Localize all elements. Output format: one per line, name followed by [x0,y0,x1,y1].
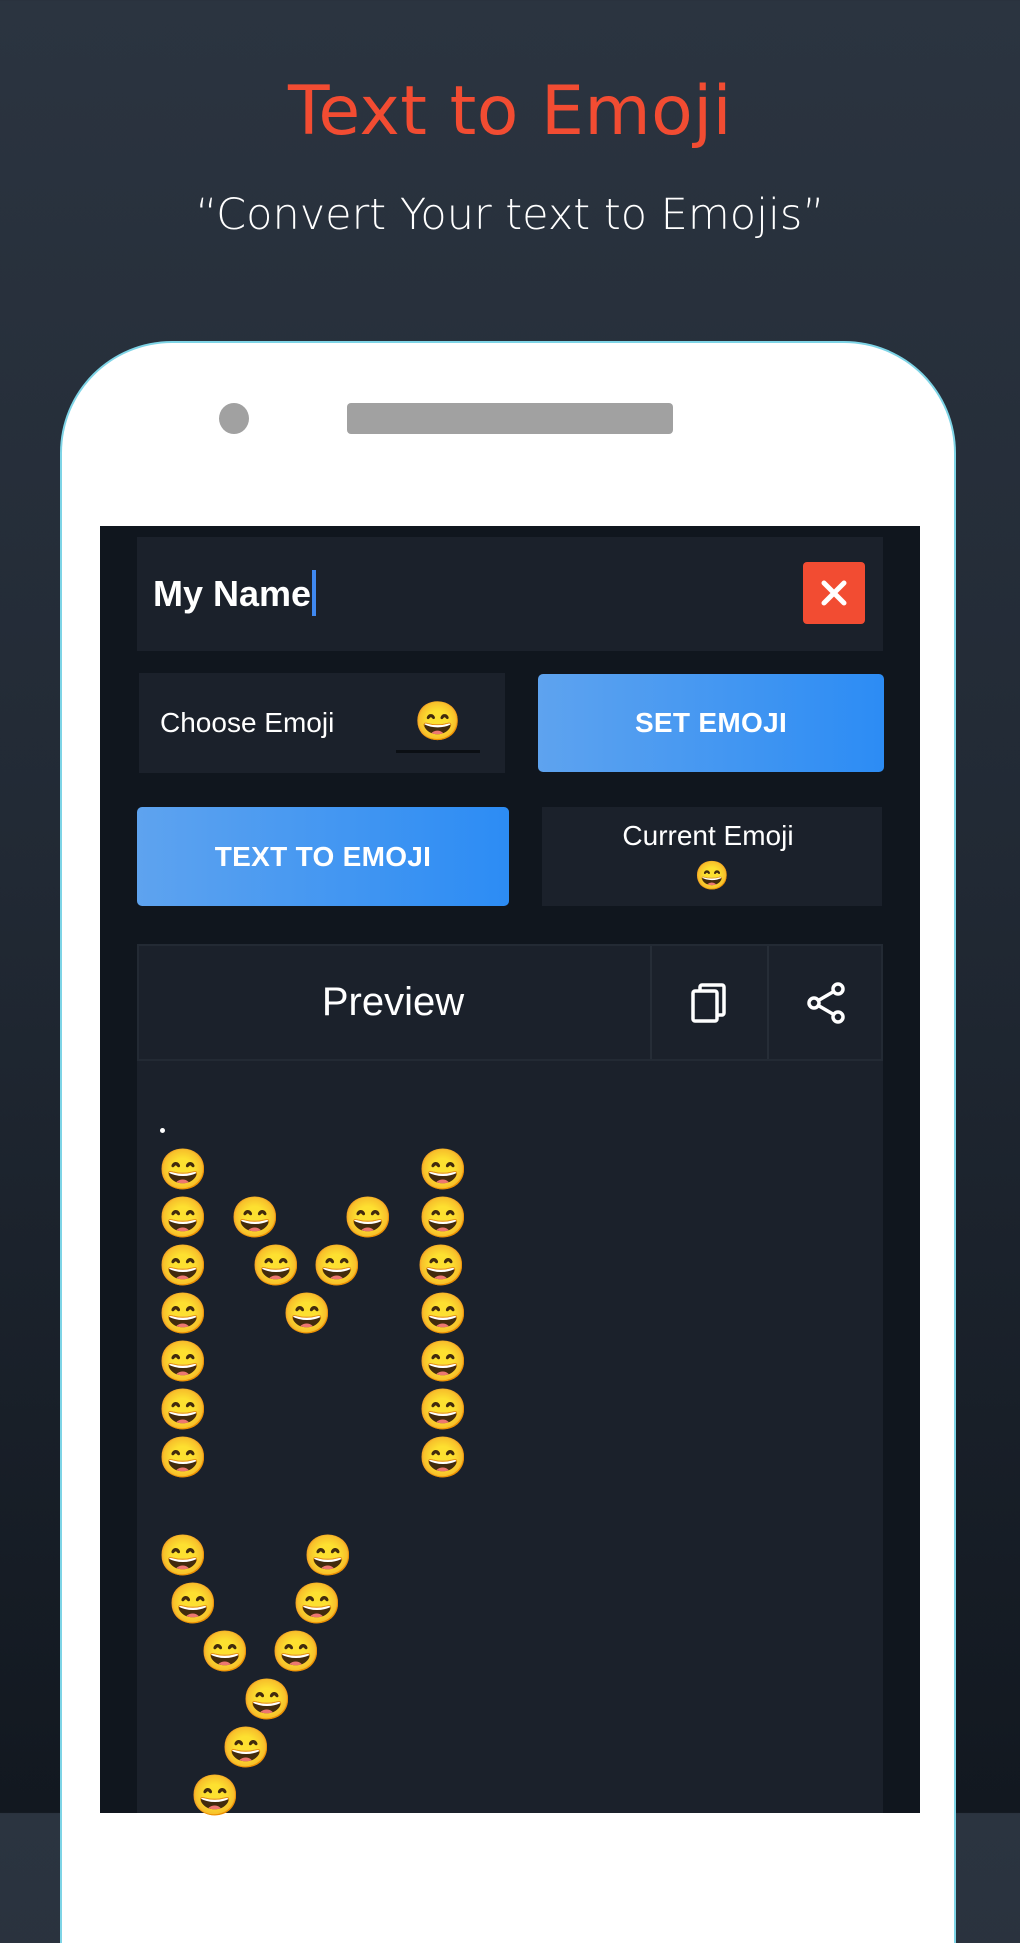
art-emoji: 😄 [158,1292,208,1336]
art-emoji: 😄 [168,1582,218,1626]
choose-emoji-label: Choose Emoji [160,707,335,738]
choose-emoji-input[interactable]: 😄 [414,699,461,745]
clear-text-button[interactable] [803,562,865,624]
current-emoji-label: Current Emoji [622,820,794,851]
art-emoji: 😄 [312,1244,362,1288]
choose-emoji-underline [396,750,480,753]
art-emoji: 😄 [303,1534,353,1578]
art-emoji: 😄 [418,1292,468,1336]
art-emoji: 😄 [418,1148,468,1192]
hero-title: Text to Emoji [287,72,733,151]
close-icon [821,580,847,606]
phone-speaker [347,403,673,434]
art-emoji: 😄 [416,1244,466,1288]
art-emoji: 😄 [200,1630,250,1674]
phone-camera [219,403,249,434]
art-emoji: 😄 [230,1196,280,1240]
set-emoji-button[interactable]: SET EMOJI [538,674,884,772]
art-emoji: 😄 [292,1582,342,1626]
art-emoji: 😄 [158,1196,208,1240]
art-emoji: 😄 [251,1244,301,1288]
preview-divider [650,946,652,1059]
text-input[interactable]: My Name [153,570,317,617]
copy-button[interactable] [654,950,766,1056]
art-emoji: 😄 [418,1388,468,1432]
art-emoji: 😄 [418,1196,468,1240]
art-emoji: 😄 [158,1340,208,1384]
art-emoji: 😄 [282,1292,332,1336]
art-emoji: 😄 [418,1436,468,1480]
art-emoji: 😄 [158,1244,208,1288]
current-emoji-value: 😄 [694,860,730,891]
art-emoji: 😄 [271,1630,321,1674]
art-emoji: 😄 [221,1726,271,1770]
preview-leading-dot [160,1128,165,1133]
preview-divider [767,946,769,1059]
art-emoji: 😄 [418,1340,468,1384]
hero-subtitle: “Convert Your text to Emojis” [195,190,825,240]
text-to-emoji-button[interactable]: TEXT TO EMOJI [137,807,509,906]
art-emoji: 😄 [158,1148,208,1192]
share-icon [807,982,845,1024]
text-input-value: My Name [153,573,312,614]
copy-icon [691,983,726,1023]
share-button[interactable] [770,950,882,1056]
preview-title: Preview [321,980,465,1024]
art-emoji: 😄 [158,1534,208,1578]
art-emoji: 😄 [158,1388,208,1432]
art-emoji: 😄 [242,1678,292,1722]
art-emoji: 😄 [158,1436,208,1480]
art-emoji: 😄 [343,1196,393,1240]
text-caret [312,570,317,617]
